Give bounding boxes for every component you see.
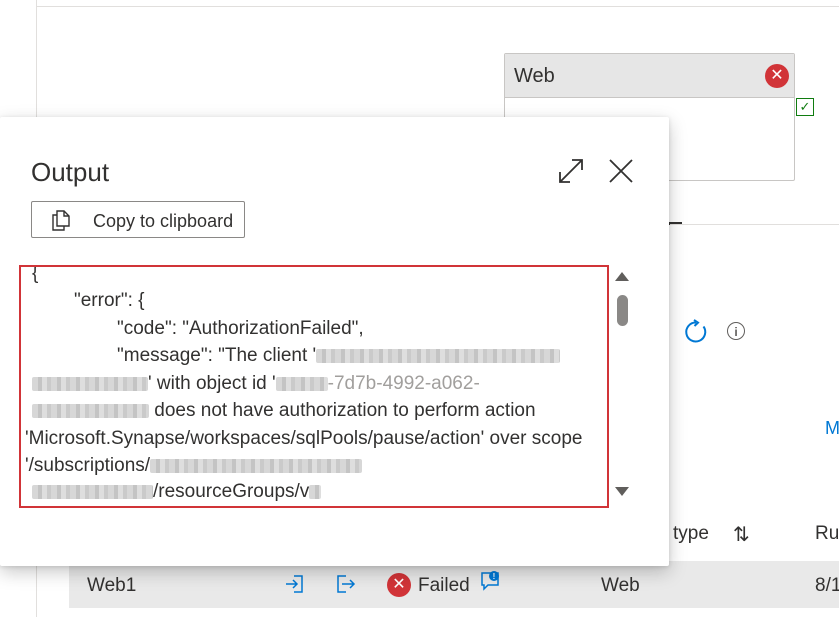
output-code-area[interactable]: { "error": { "code": "AuthorizationFaile…	[19, 265, 609, 508]
svg-text:!: !	[493, 572, 496, 581]
column-header-run[interactable]: Ru	[815, 523, 839, 545]
info-icon[interactable]: i	[727, 322, 745, 340]
truncated-link[interactable]: M	[825, 418, 839, 439]
activity-name: Web1	[87, 575, 137, 596]
copy-icon	[52, 210, 70, 231]
checkbox-checked-icon[interactable]: ✓	[796, 98, 814, 116]
redacted-text	[32, 403, 149, 418]
code-line: {	[32, 265, 39, 284]
redacted-text	[150, 458, 363, 473]
section-divider	[670, 224, 839, 225]
code-scrollbar[interactable]	[612, 265, 634, 508]
code-line: 'Microsoft.Synapse/workspaces/sqlPools/p…	[25, 428, 583, 449]
code-text: v	[299, 481, 310, 502]
code-text: does not have authorization to perform a…	[149, 400, 536, 421]
redacted-text	[275, 376, 328, 391]
web-node-header: Web ✕	[505, 54, 794, 98]
web-node-title: Web	[514, 65, 555, 87]
status-text: Failed	[418, 575, 470, 596]
code-line: does not have authorization to perform a…	[32, 400, 536, 422]
code-line: "error": {	[74, 290, 145, 311]
code-line: /resourceGroups/v	[32, 481, 322, 503]
code-text: /resourceGroups/	[153, 481, 300, 502]
code-line: "code": "AuthorizationFailed",	[117, 318, 364, 339]
dialog-title: Output	[31, 157, 110, 187]
close-icon[interactable]	[607, 157, 635, 185]
refresh-icon[interactable]	[683, 319, 709, 345]
code-text: ' with object id '	[148, 373, 276, 394]
code-line: '/subscriptions/	[25, 455, 363, 477]
redacted-text	[316, 348, 561, 363]
scrollbar-thumb[interactable]	[617, 295, 628, 326]
table-row[interactable]: Web1 ✕ Failed ! Web 8/1	[69, 561, 839, 608]
failed-status-icon: ✕	[387, 573, 411, 597]
error-details-icon[interactable]: !	[479, 570, 501, 592]
sort-icon[interactable]: ⇅	[733, 522, 750, 547]
run-start-date: 8/1	[815, 575, 839, 596]
expand-icon[interactable]	[557, 157, 585, 185]
output-dialog: Output Copy to clipboard { "error": { "c…	[0, 117, 669, 566]
output-icon[interactable]	[333, 572, 357, 596]
error-circle-icon: ✕	[765, 64, 789, 88]
top-divider	[36, 6, 839, 7]
code-text: "message": "The client '	[117, 345, 317, 366]
column-header-type[interactable]: type	[673, 523, 709, 545]
activity-type: Web	[601, 575, 640, 596]
redacted-text	[309, 484, 322, 499]
copy-to-clipboard-button[interactable]: Copy to clipboard	[31, 201, 245, 238]
redacted-text	[32, 376, 148, 391]
code-text-faded: -7d7b-4992-a062-	[327, 373, 480, 394]
input-icon[interactable]	[283, 572, 307, 596]
scroll-up-arrow-icon[interactable]	[615, 272, 629, 281]
redacted-text	[32, 484, 153, 499]
code-line: ' with object id ' -7d7b-4992-a062-	[32, 373, 480, 395]
code-line: "message": "The client '	[117, 345, 561, 367]
scroll-down-arrow-icon[interactable]	[615, 487, 629, 496]
copy-button-label: Copy to clipboard	[93, 211, 234, 231]
code-text: '/subscriptions/	[25, 455, 151, 476]
